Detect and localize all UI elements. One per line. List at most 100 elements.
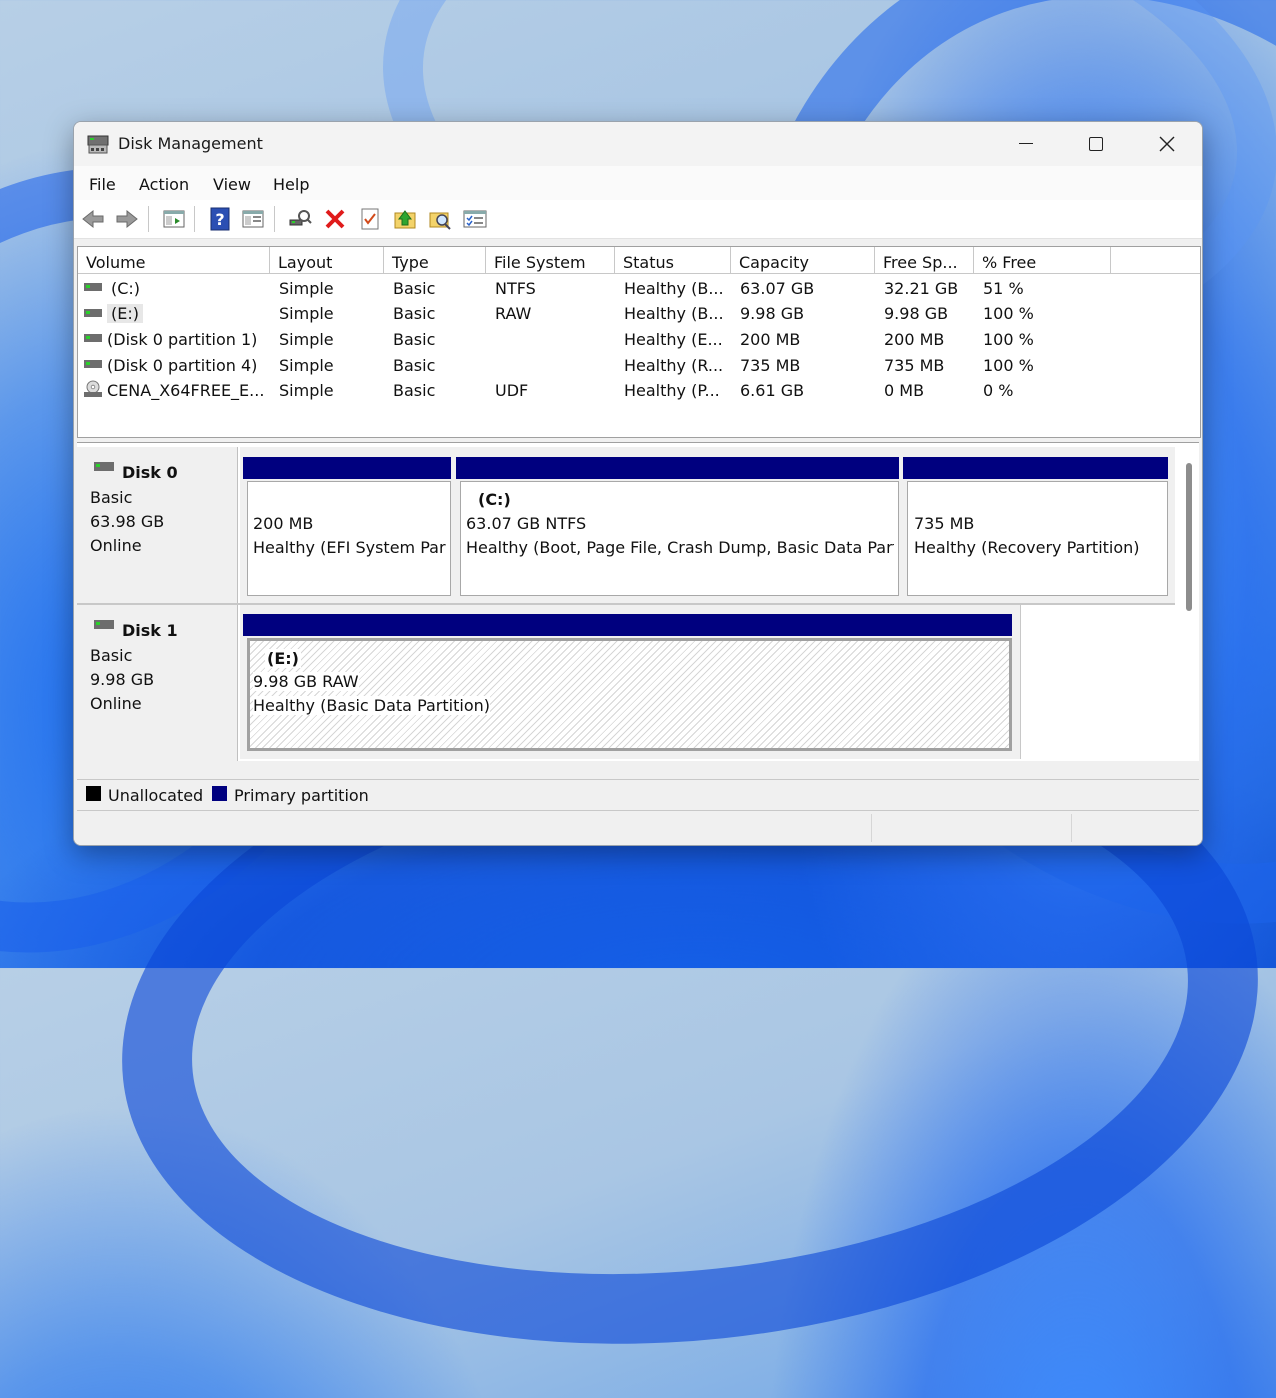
legend-swatch-unallocated	[86, 786, 101, 801]
disk-1-label[interactable]: Disk 1 Basic 9.98 GB Online	[77, 605, 238, 761]
minimize-button[interactable]	[991, 122, 1061, 166]
cell-free-space: 200 MB	[884, 330, 945, 349]
cell-percent-free: 100 %	[983, 330, 1034, 349]
cell-capacity: 6.61 GB	[740, 381, 805, 400]
column-header-file-system[interactable]: File System	[486, 247, 615, 274]
legend-label-primary: Primary partition	[234, 786, 369, 805]
column-header-free-space[interactable]: Free Sp...	[875, 247, 974, 274]
cell-volume: CENA_X64FREE_E...	[107, 381, 265, 400]
cell-free-space: 735 MB	[884, 356, 945, 375]
partition-status: Healthy (Basic Data Partition)	[253, 696, 490, 715]
settings-list-icon[interactable]	[462, 206, 488, 232]
cell-capacity: 9.98 GB	[740, 304, 805, 323]
cell-percent-free: 0 %	[983, 381, 1014, 400]
legend: Unallocated Primary partition	[77, 779, 1199, 811]
disk-1-size: 9.98 GB	[90, 670, 155, 689]
partition-bar	[456, 457, 899, 479]
volume-list[interactable]: Volume Layout Type File System Status Ca…	[77, 246, 1201, 438]
cell-type: Basic	[393, 304, 436, 323]
cell-volume: (E:)	[107, 304, 143, 323]
partition-status: Healthy (Recovery Partition)	[914, 538, 1140, 557]
disk-management-app-icon	[87, 135, 109, 154]
partition-size: 9.98 GB RAW	[253, 672, 359, 691]
back-arrow-icon[interactable]	[80, 206, 106, 232]
cell-layout: Simple	[279, 330, 334, 349]
cell-layout: Simple	[279, 304, 334, 323]
toolbar-separator	[194, 206, 195, 232]
console-tree-icon[interactable]	[161, 206, 187, 232]
disk-1-type: Basic	[90, 646, 133, 665]
cell-status: Healthy (R...	[624, 356, 724, 375]
cell-volume: (C:)	[111, 279, 141, 298]
partition-bar	[243, 457, 451, 479]
cell-type: Basic	[393, 356, 436, 375]
disk-1-name: Disk 1	[122, 621, 178, 640]
vertical-scrollbar[interactable]	[1186, 463, 1192, 611]
status-bar	[74, 812, 1202, 845]
cell-capacity: 735 MB	[740, 356, 801, 375]
column-header-layout[interactable]: Layout	[270, 247, 384, 274]
cell-type: Basic	[393, 330, 436, 349]
delete-icon[interactable]	[322, 206, 348, 232]
cell-file-system: UDF	[495, 381, 529, 400]
minimize-icon	[1019, 143, 1033, 144]
legend-swatch-primary	[212, 786, 227, 801]
drive-icon	[84, 283, 102, 291]
cell-capacity: 200 MB	[740, 330, 801, 349]
menu-help[interactable]: Help	[273, 175, 309, 194]
help-icon[interactable]: ?	[207, 206, 233, 232]
disk-0-type: Basic	[90, 488, 133, 507]
cell-status: Healthy (B...	[624, 279, 724, 298]
checklist-icon[interactable]	[357, 206, 383, 232]
cell-free-space: 0 MB	[884, 381, 925, 400]
connect-icon[interactable]	[287, 206, 313, 232]
toolbar-separator	[148, 206, 149, 232]
menu-file[interactable]: File	[89, 175, 116, 194]
forward-arrow-icon[interactable]	[114, 206, 140, 232]
cell-free-space: 32.21 GB	[884, 279, 959, 298]
column-header-type[interactable]: Type	[384, 247, 486, 274]
properties-icon[interactable]	[240, 206, 266, 232]
menu-bar: File Action View Help	[74, 166, 1202, 200]
cell-free-space: 9.98 GB	[884, 304, 949, 323]
legend-label-unallocated: Unallocated	[108, 786, 204, 805]
status-separator	[871, 814, 872, 842]
toolbar: ?	[74, 200, 1202, 239]
drive-icon	[84, 360, 102, 368]
close-icon	[1159, 136, 1175, 152]
menu-action[interactable]: Action	[139, 175, 189, 194]
partition-title: (C:)	[478, 490, 511, 509]
column-header-capacity[interactable]: Capacity	[731, 247, 875, 274]
cell-percent-free: 100 %	[983, 304, 1034, 323]
title-bar[interactable]: Disk Management	[74, 122, 1202, 166]
column-header-volume[interactable]: Volume	[78, 247, 270, 274]
disk-0-name: Disk 0	[122, 463, 178, 482]
cell-type: Basic	[393, 279, 436, 298]
cell-capacity: 63.07 GB	[740, 279, 815, 298]
maximize-button[interactable]	[1061, 122, 1131, 166]
close-button[interactable]	[1131, 122, 1201, 166]
partition-status: Healthy (Boot, Page File, Crash Dump, Ba…	[466, 538, 894, 557]
cell-file-system: NTFS	[495, 279, 536, 298]
cell-layout: Simple	[279, 279, 334, 298]
svg-text:?: ?	[215, 210, 224, 229]
menu-view[interactable]: View	[213, 175, 251, 194]
cell-type: Basic	[393, 381, 436, 400]
column-header-percent-free[interactable]: % Free	[974, 247, 1111, 274]
cell-percent-free: 100 %	[983, 356, 1034, 375]
cell-status: Healthy (B...	[624, 304, 724, 323]
disk-0-label[interactable]: Disk 0 Basic 63.98 GB Online	[77, 447, 238, 603]
toolbar-separator	[274, 206, 275, 232]
search-folder-icon[interactable]	[427, 206, 453, 232]
cell-file-system: RAW	[495, 304, 532, 323]
cell-volume: (Disk 0 partition 1)	[107, 330, 258, 349]
partition-box-selected	[247, 638, 1012, 751]
drive-icon	[84, 334, 102, 342]
cell-status: Healthy (E...	[624, 330, 723, 349]
cell-percent-free: 51 %	[983, 279, 1024, 298]
up-folder-icon[interactable]	[392, 206, 418, 232]
drive-icon	[84, 309, 102, 317]
partition-size: 735 MB	[914, 514, 975, 533]
column-header-status[interactable]: Status	[615, 247, 731, 274]
disk-0-size: 63.98 GB	[90, 512, 165, 531]
